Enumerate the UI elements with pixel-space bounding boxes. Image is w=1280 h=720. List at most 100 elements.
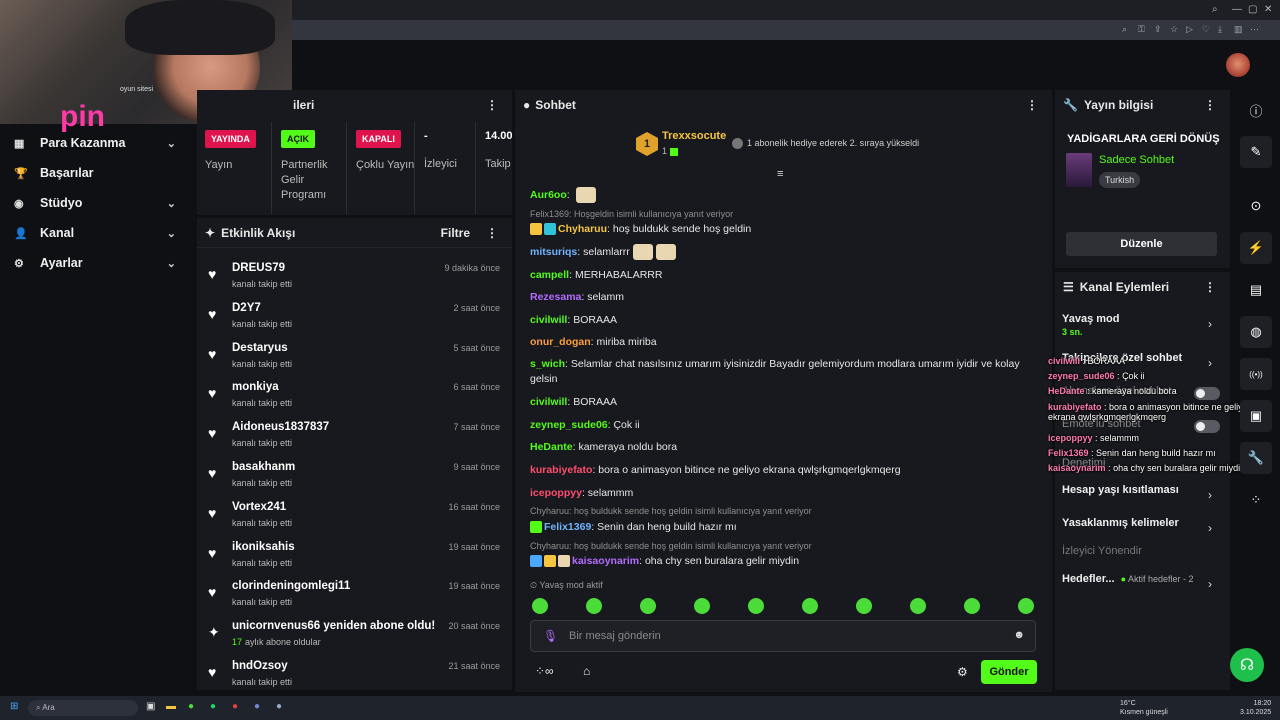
gamepad-icon[interactable]: ▣ <box>1240 400 1272 432</box>
chat-username[interactable]: campell <box>530 269 569 281</box>
chat-icon[interactable]: ◍ <box>1240 316 1272 348</box>
zoom-icon[interactable]: ⌕ <box>1122 24 1127 35</box>
chat-username[interactable]: mitsuriqs <box>530 246 577 258</box>
minimize-icon[interactable]: — <box>1232 4 1242 15</box>
bolt-icon[interactable]: ⚡ <box>1240 232 1272 264</box>
target-icon[interactable]: ⊙ <box>1240 190 1272 222</box>
chat-message[interactable]: civilwill: BORAAA <box>530 395 1030 410</box>
chat-username[interactable]: icepoppyy <box>530 487 582 499</box>
more-icon[interactable]: ⋮ <box>1204 280 1216 294</box>
info-icon[interactable]: ⓘ <box>1240 94 1272 126</box>
avatar[interactable] <box>1226 53 1250 77</box>
action-item[interactable]: İzleyici Yönendir <box>1062 545 1142 557</box>
edit-button[interactable]: Düzenle <box>1066 232 1217 256</box>
taskview-icon[interactable]: ▣ <box>146 701 155 712</box>
spotify-icon[interactable]: ● <box>210 701 216 712</box>
pinned-user[interactable]: Trexxsocute <box>662 130 726 142</box>
chat-message[interactable]: mitsuriqs: selamlarrr <box>530 244 1030 260</box>
activity-item[interactable]: ♥ monkiya kanalı takip etti 6 saat önce <box>208 379 504 415</box>
chevron-down-icon[interactable]: ⌄ <box>167 227 176 240</box>
quick-emote-icon[interactable] <box>1018 598 1034 614</box>
chevron-right-icon[interactable]: › <box>1208 317 1212 331</box>
chat-username[interactable]: Felix1369 <box>544 521 591 533</box>
activity-item[interactable]: ♥ D2Y7 kanalı takip etti 2 saat önce <box>208 300 504 336</box>
quick-emote-icon[interactable] <box>586 598 602 614</box>
menu-icon[interactable]: ⋯ <box>1250 24 1259 35</box>
chat-message[interactable]: Felix1369: Senin dan heng build hazır mı <box>530 520 1030 535</box>
chat-username[interactable]: s_wich <box>530 358 565 370</box>
more-icon[interactable]: ⋮ <box>1026 98 1038 112</box>
more-icon[interactable]: ⋮ <box>486 226 498 240</box>
action-item[interactable]: Yasaklanmış kelimeler <box>1062 517 1179 529</box>
chat-input[interactable]: 🎙 Bir mesaj gönderin ☻ <box>530 620 1036 652</box>
store-icon[interactable]: ⌂ <box>583 664 590 678</box>
chat-username[interactable]: Chyharuu <box>558 223 607 235</box>
action-item[interactable]: Hedefler... ● Aktif hedefler - 2 <box>1062 573 1194 585</box>
steam-icon[interactable]: ● <box>276 701 282 712</box>
close-icon[interactable]: ✕ <box>1264 4 1272 15</box>
activity-item[interactable]: ♥ ikoniksahis kanalı takip etti 19 saat önc… <box>208 539 504 575</box>
settings-icon[interactable]: ⚙ <box>957 665 968 679</box>
chat-message[interactable]: campell: MERHABALARRR <box>530 268 1030 283</box>
extension-icon[interactable]: ▷ <box>1186 24 1193 35</box>
chat-username[interactable]: kaisaoynarim <box>572 555 639 567</box>
filter-button[interactable]: Filtre <box>441 226 470 240</box>
support-button[interactable]: ☊ <box>1230 648 1264 682</box>
broadcast-icon[interactable]: ((•)) <box>1240 358 1272 390</box>
quick-emote-icon[interactable] <box>964 598 980 614</box>
nav-item[interactable]: 🏆 Başarılar <box>14 162 184 184</box>
chat-message[interactable]: kaisaoynarim: oha chy sen buralara gelir… <box>530 554 1030 569</box>
activity-item[interactable]: ♥ clorindeningomlegi11 kanalı takip etti 19… <box>208 578 504 614</box>
share-icon[interactable]: ⇪ <box>1154 24 1162 35</box>
share-nodes-icon[interactable]: ⁘ <box>1240 484 1272 516</box>
quick-emote-icon[interactable] <box>640 598 656 614</box>
search-icon[interactable]: ⌕ <box>1212 4 1218 15</box>
chevron-right-icon[interactable]: › <box>1208 577 1212 591</box>
activity-item[interactable]: ♥ DREUS79 kanalı takip etti 9 dakika önce <box>208 260 504 296</box>
chat-username[interactable]: civilwill <box>530 314 567 326</box>
chat-message[interactable]: Aur6oo: <box>530 187 1030 203</box>
taskbar-search[interactable]: ⌕ Ara <box>28 700 138 716</box>
activity-item[interactable]: ♥ hndOzsoy kanalı takip etti 21 saat önce <box>208 658 504 694</box>
quick-emote-icon[interactable] <box>748 598 764 614</box>
send-button[interactable]: Gönder <box>981 660 1037 684</box>
nav-item[interactable]: ◉ Stüdyo ⌄ <box>14 192 184 214</box>
chevron-down-icon[interactable]: ⌄ <box>167 197 176 210</box>
activity-item[interactable]: ✦ unicornvenus66 yeniden abone oldu! 17 ayl… <box>208 618 504 654</box>
document-icon[interactable]: ▤ <box>1240 274 1272 306</box>
windows-start-icon[interactable]: ⊞ <box>10 701 18 712</box>
chat-message[interactable]: kurabiyefato: bora o animasyon bitince n… <box>530 463 1030 478</box>
chat-username[interactable]: HeDante <box>530 441 573 453</box>
chat-username[interactable]: civilwill <box>530 396 567 408</box>
chat-message[interactable]: Chyharuu: hoş buldukk sende hoş geldin <box>530 222 1030 237</box>
wrench-icon[interactable]: 🔧 <box>1240 442 1272 474</box>
collapse-icon[interactable]: ≡ <box>777 168 783 180</box>
nav-item[interactable]: ▦ Para Kazanma ⌄ <box>14 132 184 154</box>
quick-emote-icon[interactable] <box>802 598 818 614</box>
discord-icon[interactable]: ● <box>254 701 260 712</box>
activity-item[interactable]: ♥ Aidoneus1837837 kanalı takip etti 7 saat … <box>208 419 504 455</box>
bookmark-icon[interactable]: ♡ <box>1202 24 1210 35</box>
category-thumbnail[interactable] <box>1066 153 1092 187</box>
app-icon[interactable]: ● <box>188 701 194 712</box>
chat-message[interactable]: s_wich: Selamlar chat nasılsınız umarım … <box>530 357 1030 387</box>
chat-username[interactable]: kurabiyefato <box>530 464 592 476</box>
mic-icon[interactable]: 🎙 <box>543 629 558 643</box>
activity-item[interactable]: ♥ Vortex241 kanalı takip etti 16 saat önce <box>208 499 504 535</box>
more-icon[interactable]: ⋮ <box>486 98 498 112</box>
infinity-icon[interactable]: ⁘∞ <box>535 664 554 678</box>
chat-message[interactable]: zeynep_sude06: Çok ii <box>530 418 1030 433</box>
chevron-down-icon[interactable]: ⌄ <box>167 257 176 270</box>
download-icon[interactable]: ⤓ <box>1218 24 1222 35</box>
activity-item[interactable]: ♥ basakhanm kanalı takip etti 9 saat önce <box>208 459 504 495</box>
more-icon[interactable]: ⋮ <box>1204 98 1216 112</box>
chevron-down-icon[interactable]: ⌄ <box>167 137 176 150</box>
chat-username[interactable]: zeynep_sude06 <box>530 419 608 431</box>
chat-message[interactable]: icepoppyy: selammm <box>530 486 1030 501</box>
quick-emote-icon[interactable] <box>856 598 872 614</box>
chat-message[interactable]: Rezesama: selamm <box>530 290 1030 305</box>
address-bar[interactable] <box>290 20 1280 40</box>
quick-emote-icon[interactable] <box>532 598 548 614</box>
chat-message[interactable]: onur_dogan: miriba miriba <box>530 335 1030 350</box>
clock[interactable]: 18:20 3.10.2025 <box>1240 699 1271 717</box>
